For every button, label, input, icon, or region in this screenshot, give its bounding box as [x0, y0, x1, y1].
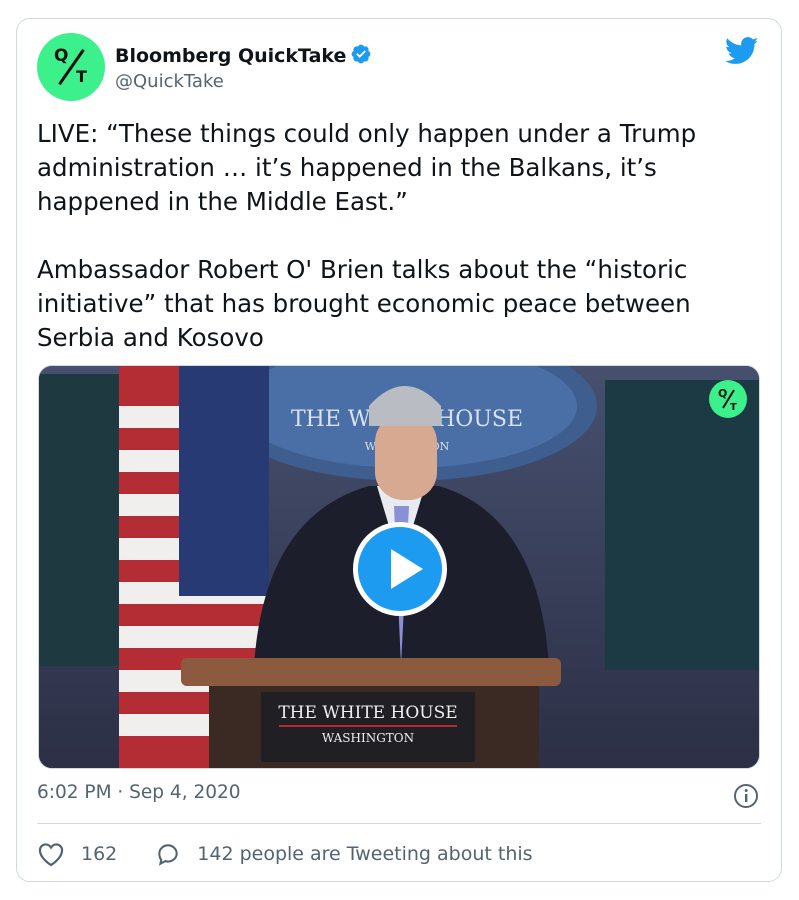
info-icon[interactable]: [733, 783, 759, 813]
svg-text:T: T: [730, 402, 737, 413]
reply-button[interactable]: 142 people are Tweeting about this: [155, 841, 533, 867]
tweet-card: Q T Bloomberg QuickTake @QuickTake LIVE:…: [16, 18, 782, 882]
avatar[interactable]: Q T: [37, 33, 105, 101]
account-name[interactable]: Bloomberg QuickTake: [115, 43, 372, 70]
tweet-line: administration … it’s happened in the Ba…: [37, 153, 657, 182]
verified-badge-icon: [350, 43, 372, 70]
reply-bubble-icon: [158, 844, 178, 866]
podium-subtitle: WASHINGTON: [322, 731, 414, 745]
like-count: 162: [81, 843, 118, 865]
heart-icon: [38, 843, 64, 867]
twitter-bird-icon[interactable]: [724, 37, 759, 69]
account-handle[interactable]: @QuickTake: [115, 71, 224, 92]
quicktake-logo-icon: QT: [709, 380, 747, 418]
video-player[interactable]: THE WHITE HOUSE WASHINGTON: [38, 365, 760, 769]
tweet-line: Ambassador Robert O' Brien talks about t…: [37, 255, 688, 284]
podium: THE WHITE HOUSE WASHINGTON: [181, 658, 561, 768]
tweet-line: LIVE: “These things could only happen un…: [37, 119, 697, 148]
play-icon[interactable]: [353, 522, 447, 616]
like-button[interactable]: 162: [37, 841, 117, 867]
tweet-line: Serbia and Kosovo: [37, 323, 264, 352]
tweet-timestamp[interactable]: 6:02 PM · Sep 4, 2020: [37, 782, 241, 803]
divider: [37, 823, 761, 824]
account-name-label: Bloomberg QuickTake: [115, 45, 347, 67]
svg-text:Q: Q: [718, 387, 727, 400]
tweet-line: happened in the Middle East.”: [37, 187, 408, 216]
reply-text: 142 people are Tweeting about this: [197, 843, 533, 865]
tweet-text: LIVE: “These things could only happen un…: [37, 117, 767, 355]
action-bar: 162 142 people are Tweeting about this: [37, 839, 533, 869]
podium-title: THE WHITE HOUSE: [278, 703, 457, 723]
tweet-line: initiative” that has brought economic pe…: [37, 289, 691, 318]
